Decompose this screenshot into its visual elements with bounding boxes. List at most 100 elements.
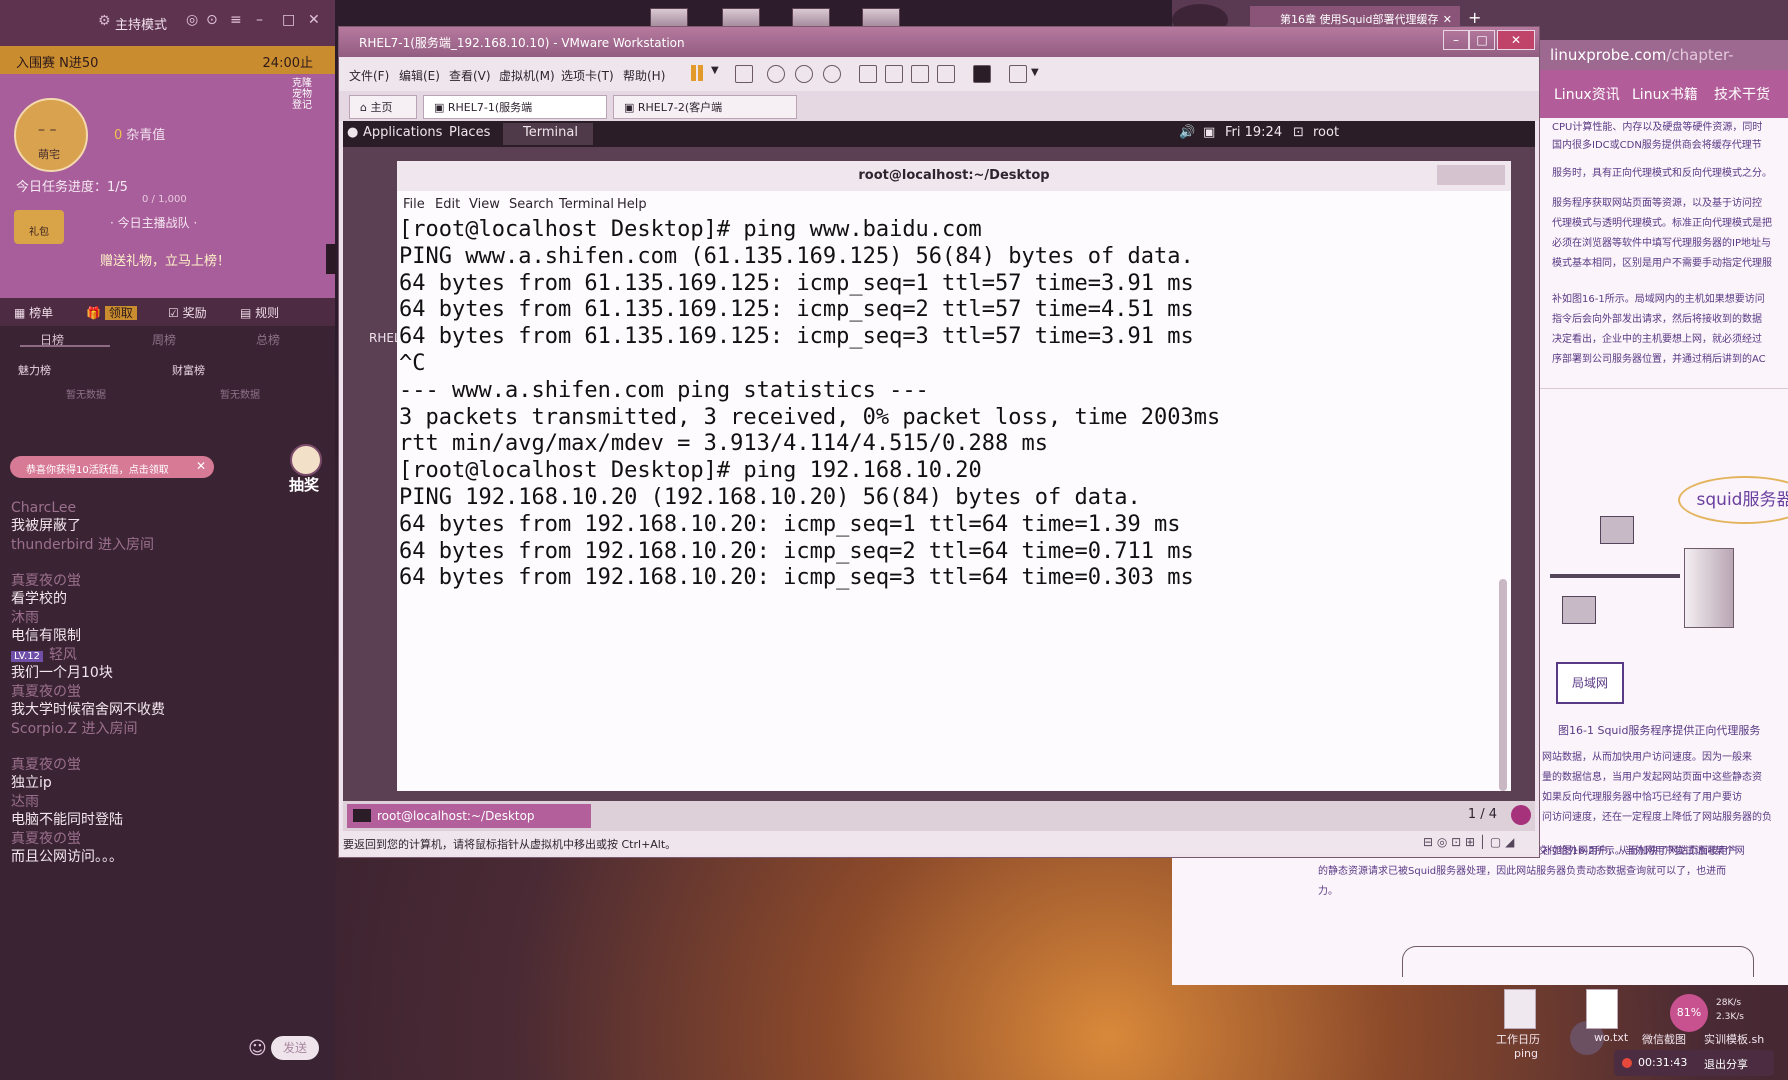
board-button[interactable]: ▦ 榜单 <box>14 304 53 321</box>
console-icon[interactable] <box>973 65 991 83</box>
chevron-down-icon[interactable]: ▼ <box>711 65 719 76</box>
tab-weekly[interactable]: 周榜 <box>152 331 176 348</box>
vmware-titlebar[interactable]: RHEL7-1(服务端_192.168.10.10) - VMware Work… <box>339 27 1539 57</box>
new-tab-icon[interactable]: + <box>1468 8 1481 27</box>
pause-icon[interactable] <box>691 65 703 81</box>
chat-join-notice: thunderbird 进入房间 <box>0 535 335 571</box>
paragraph: 模式基本相同，区别是用户不需要手动指定代理服 <box>1552 258 1772 269</box>
guest-screen[interactable]: ● Applications Places Terminal 🔊 ▣ Fri 1… <box>343 121 1535 831</box>
chat-message: 真夏夜の蛍 我大学时候宿舍网不收费 <box>0 682 335 719</box>
gear-icon[interactable]: ⚙ <box>98 13 111 29</box>
menu-edit[interactable]: 编辑(E) <box>399 67 440 84</box>
menu-icon[interactable]: ≡ <box>230 12 242 28</box>
tab-rhel7-1[interactable]: ▣ RHEL7-1(服务端_192.168.... <box>423 95 607 138</box>
cpu-usage-badge[interactable]: 81% <box>1670 994 1708 1032</box>
terminal-output[interactable]: [root@localhost Desktop]# ping www.baidu… <box>399 217 1489 787</box>
exit-share-button[interactable]: 退出分享 <box>1704 1056 1748 1072</box>
gift-pack-button[interactable]: 礼包 <box>14 210 64 244</box>
nav-tech[interactable]: 技术干货 <box>1714 84 1770 104</box>
tab-underline <box>20 345 110 347</box>
workspace-switcher-icon[interactable] <box>1511 805 1531 825</box>
nav-linux-news[interactable]: Linux资讯 <box>1554 84 1620 104</box>
snapshot-icon[interactable] <box>767 65 785 83</box>
tab-rhel7-2[interactable]: ▣ RHEL7-2(客户端_192.168.10.... <box>613 95 797 138</box>
snapshot-manager-icon[interactable] <box>823 65 841 83</box>
menu-file[interactable]: File <box>403 197 425 212</box>
paragraph: 补如图16-1所示。局域网内的主机如果想要访问 <box>1552 294 1765 305</box>
pet-badge[interactable]: 克隆 宠物 登记 <box>284 78 320 122</box>
applications-menu[interactable]: Applications <box>363 125 442 140</box>
text-file-icon[interactable] <box>1586 989 1618 1029</box>
claim-button[interactable]: 🎁 领取 <box>86 304 137 321</box>
menu-tabs[interactable]: 选项卡(T) <box>561 67 614 84</box>
menu-search[interactable]: Search <box>509 197 554 212</box>
clock[interactable]: Fri 19:24 <box>1225 125 1282 140</box>
avatar[interactable]: – – 萌宅 <box>14 98 88 172</box>
calendar-file-icon[interactable] <box>1504 989 1536 1029</box>
close-button[interactable]: ✕ <box>1497 30 1535 50</box>
device-icons[interactable]: ⊟ ◎ ⊡ ⊞ │ ▢ ◢ <box>1423 835 1514 849</box>
menu-view[interactable]: 查看(V) <box>449 67 491 84</box>
terminal-window-buttons[interactable] <box>1437 165 1505 185</box>
volume-icon[interactable]: 🔊 <box>1179 125 1195 140</box>
close-icon[interactable]: ✕ <box>308 12 320 28</box>
network-icon[interactable]: ▣ <box>1203 125 1215 140</box>
maximize-button[interactable]: □ <box>1469 30 1495 50</box>
reward-toast[interactable]: 恭喜你获得10活跃值，点击领取 ✕ <box>10 456 214 478</box>
emoji-icon[interactable]: ☺ <box>248 1038 267 1059</box>
taskbar-terminal-item[interactable]: root@localhost:~/Desktop <box>347 804 591 828</box>
workspace-indicator[interactable]: 1 / 4 <box>1468 807 1497 822</box>
live-stream-panel: ⚙ 主持模式 ◎ ⊙ ≡ – □ ✕ 入围赛 N进50 24:00止 – – 萌… <box>0 0 336 1080</box>
collapse-handle[interactable] <box>326 244 336 274</box>
record-time: 00:31:43 <box>1638 1056 1688 1069</box>
send-keys-icon[interactable] <box>735 65 753 83</box>
menu-vm[interactable]: 虚拟机(M) <box>499 67 555 84</box>
tab-total[interactable]: 总榜 <box>256 331 280 348</box>
paragraph: 网站数据，从而加快用户访问速度。因为一般来 <box>1542 752 1752 763</box>
terminal-app-button[interactable]: Terminal <box>503 123 593 145</box>
tray-label: wo.txt <box>1594 1031 1629 1044</box>
charm-rank-title: 魅力榜 <box>18 364 51 377</box>
wealth-rank-title: 财富榜 <box>172 364 205 377</box>
pin-icon[interactable]: ⊙ <box>206 12 218 28</box>
match-bar[interactable]: 入围赛 N进50 24:00止 <box>0 46 335 74</box>
terminal-titlebar[interactable]: root@localhost:~/Desktop <box>397 161 1511 191</box>
terminal-window[interactable]: root@localhost:~/Desktop File Edit View … <box>397 161 1511 791</box>
server-icon <box>1684 548 1734 628</box>
chevron-down-icon[interactable]: ▼ <box>1031 67 1039 78</box>
unity-icon[interactable] <box>937 65 955 83</box>
maximize-icon[interactable]: □ <box>282 12 295 28</box>
menu-terminal[interactable]: Terminal <box>559 197 614 212</box>
paragraph: 序部署到公司服务器位置，并通过稍后讲到的AC <box>1552 354 1766 365</box>
minimize-button[interactable]: – <box>1443 30 1469 50</box>
sidebar-toggle-icon[interactable] <box>859 65 877 83</box>
minimize-icon[interactable]: – <box>256 12 263 28</box>
places-menu[interactable]: Places <box>449 125 490 140</box>
stretch-icon[interactable] <box>1009 65 1027 83</box>
user-menu[interactable]: root <box>1313 125 1339 140</box>
toast-text: 恭喜你获得10活跃值，点击领取 <box>26 465 169 476</box>
revert-snapshot-icon[interactable] <box>795 65 813 83</box>
lottery-button[interactable]: 抽奖 <box>282 444 326 496</box>
rules-button[interactable]: ▤ 规则 <box>240 304 279 321</box>
fullscreen-icon[interactable] <box>911 65 929 83</box>
menu-help[interactable]: 帮助(H) <box>623 67 665 84</box>
settings-icon[interactable]: ◎ <box>186 12 198 28</box>
menu-help[interactable]: Help <box>617 197 647 212</box>
terminal-scrollbar[interactable] <box>1499 579 1507 791</box>
tab-home[interactable]: ⌂ 主页 <box>349 95 417 119</box>
close-icon[interactable]: ✕ <box>196 459 206 473</box>
terminal-menubar: File Edit View Search Terminal Help <box>397 191 1511 215</box>
exp-label: 杂青值 <box>126 128 166 143</box>
send-gift-prompt[interactable]: 赠送礼物，立马上榜！ <box>100 250 230 269</box>
menu-file[interactable]: 文件(F) <box>349 67 389 84</box>
address-bar[interactable]: linuxprobe.com/chapter-16.html <box>1540 40 1788 94</box>
terminal-line: PING 192.168.10.20 (192.168.10.20) 56(84… <box>399 484 1141 510</box>
send-button[interactable]: 发送 <box>271 1036 319 1060</box>
thumbnail-icon[interactable] <box>885 65 903 83</box>
lottery-label: 抽奖 <box>288 476 319 494</box>
reward-button[interactable]: ☑ 奖励 <box>168 304 207 321</box>
nav-linux-books[interactable]: Linux书籍 <box>1632 84 1698 104</box>
menu-view[interactable]: View <box>469 197 500 212</box>
menu-edit[interactable]: Edit <box>435 197 460 212</box>
